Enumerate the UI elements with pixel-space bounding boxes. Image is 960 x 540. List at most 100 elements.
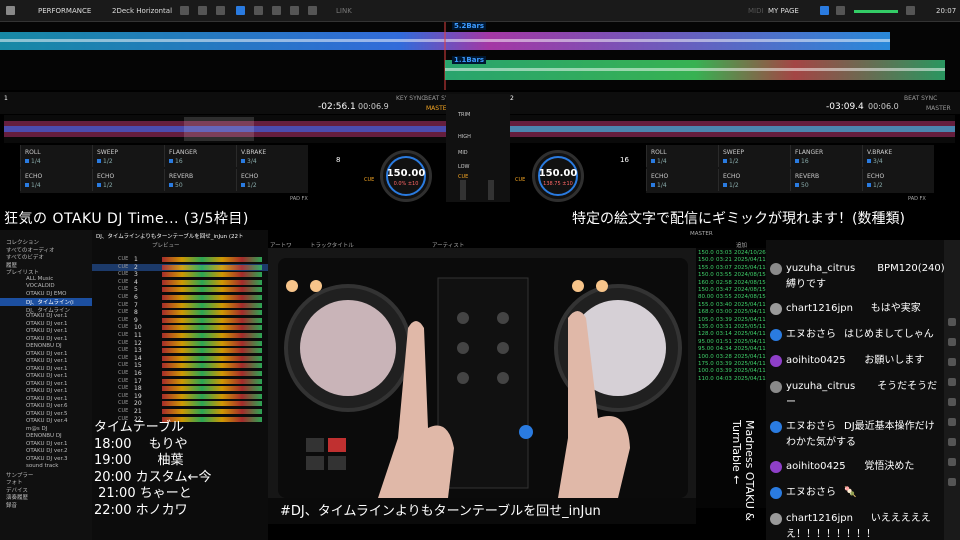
keyboard-icon[interactable]: [198, 6, 207, 15]
fx-slot[interactable]: SWEEP 1/2: [92, 145, 162, 167]
fx-slot[interactable]: FLANGER 16: [790, 145, 860, 167]
settings-icon[interactable]: [290, 6, 299, 15]
fx-slot[interactable]: ECHO 1/2: [236, 169, 306, 191]
table-row[interactable]: CUE 3: [92, 271, 268, 278]
table-row[interactable]: CUE 7: [92, 302, 268, 309]
chat-tool-icon[interactable]: [948, 418, 956, 426]
chat-tool-icon[interactable]: [948, 378, 956, 386]
sidebar-item[interactable]: OTAKU DJ ver.1: [26, 396, 68, 402]
table-row[interactable]: CUE 20: [92, 400, 268, 407]
fx-slot[interactable]: ROLL 1/4: [20, 145, 90, 167]
fx-slot[interactable]: V.BRAKE 3/4: [862, 145, 932, 167]
master-output-select[interactable]: MASTER: [690, 231, 713, 237]
sidebar-item[interactable]: ALL Music: [26, 276, 53, 282]
sidebar-item[interactable]: OTAKU DJ ver.1: [26, 321, 68, 327]
sidebar-item[interactable]: OTAKU DJ ver.1: [26, 441, 68, 447]
waveform-overview[interactable]: 5.2Bars 1.1Bars: [0, 22, 960, 90]
fx-toggle-icon[interactable]: [180, 6, 189, 15]
deck1-pad-fx[interactable]: PAD FX: [290, 196, 308, 202]
table-row[interactable]: CUE 17: [92, 378, 268, 385]
fx-slot[interactable]: ECHO 1/4: [20, 169, 90, 191]
table-row[interactable]: CUE 8: [92, 309, 268, 316]
record-icon[interactable]: [254, 6, 263, 15]
chat-tool-icon[interactable]: [948, 398, 956, 406]
fx-slot[interactable]: REVERB 50: [790, 169, 860, 191]
sidebar-item[interactable]: sound track: [26, 463, 58, 469]
chat-tool-icon[interactable]: [948, 458, 956, 466]
table-row[interactable]: CUE 15: [92, 362, 268, 369]
sidebar-item[interactable]: OTAKU DJ ver.4: [26, 418, 68, 424]
fx-slot[interactable]: FLANGER 16: [164, 145, 234, 167]
fx-slot[interactable]: ECHO 1/2: [92, 169, 162, 191]
mode-select[interactable]: PERFORMANCE: [38, 7, 91, 15]
deck2-channel-fader[interactable]: [488, 180, 494, 200]
table-row[interactable]: CUE 14: [92, 355, 268, 362]
table-row[interactable]: CUE 13: [92, 347, 268, 354]
deck2-beat-jump[interactable]: 16: [620, 156, 629, 164]
layout-select[interactable]: 2Deck Horizontal: [112, 7, 172, 15]
table-row[interactable]: CUE 12: [92, 340, 268, 347]
table-row[interactable]: CUE 9: [92, 317, 268, 324]
deck2-beat-sync[interactable]: BEAT SYNC: [904, 95, 937, 102]
sidebar-item[interactable]: OTAKU DJ ver.1: [26, 313, 68, 319]
table-row[interactable]: CUE 11: [92, 332, 268, 339]
sidebar-item[interactable]: OTAKU DJ ver.1: [26, 366, 68, 372]
deck1-beat-jump[interactable]: 8: [336, 156, 340, 164]
sidebar-item[interactable]: DENONBU DJ: [26, 433, 62, 439]
cloud-icon[interactable]: [820, 6, 829, 15]
table-row[interactable]: CUE 4: [92, 279, 268, 286]
deck1-jog-wheel[interactable]: 150.00 0.0% ±10: [380, 150, 432, 202]
fx-slot[interactable]: SWEEP 1/2: [718, 145, 788, 167]
fx-slot[interactable]: ECHO 1/4: [646, 169, 716, 191]
table-row[interactable]: CUE 21: [92, 408, 268, 415]
table-row[interactable]: CUE 10: [92, 324, 268, 331]
sidebar-item[interactable]: OTAKU DJ ver.1: [26, 328, 68, 334]
sidebar-item[interactable]: OTAKU DJ EMO: [26, 291, 66, 297]
sidebar-item[interactable]: OTAKU DJ ver.1: [26, 388, 68, 394]
sidebar-item[interactable]: OTAKU DJ ver.1: [26, 336, 68, 342]
fx-slot[interactable]: ROLL 1/4: [646, 145, 716, 167]
midi-button[interactable]: MIDI: [748, 7, 764, 15]
my-page-button[interactable]: MY PAGE: [768, 7, 799, 15]
mixer-icon[interactable]: [236, 6, 245, 15]
chat-tool-icon[interactable]: [948, 338, 956, 346]
link-button[interactable]: LINK: [336, 7, 352, 15]
fx-slot[interactable]: V.BRAKE 3/4: [236, 145, 306, 167]
deck1-key-sync[interactable]: KEY SYNC: [396, 95, 425, 102]
chat-tool-icon[interactable]: [948, 318, 956, 326]
deck2-pad-fx[interactable]: PAD FX: [908, 196, 926, 202]
deck1-channel-fader[interactable]: [460, 180, 466, 200]
sidebar-item[interactable]: OTAKU DJ ver.3: [26, 456, 68, 462]
fx-slot[interactable]: ECHO 1/2: [862, 169, 932, 191]
sidebar-item[interactable]: m@s DJ: [26, 426, 47, 432]
sampler-icon[interactable]: [272, 6, 281, 15]
lock-icon[interactable]: [216, 6, 225, 15]
sidebar-item[interactable]: OTAKU DJ ver.1: [26, 381, 68, 387]
sidebar-item[interactable]: DENONBU DJ: [26, 343, 62, 349]
deck2-jog-wheel[interactable]: 150.00 138.75 ±10: [532, 150, 584, 202]
table-row[interactable]: CUE 2: [92, 263, 268, 271]
chat-tool-icon[interactable]: [948, 478, 956, 486]
table-row[interactable]: CUE 16: [92, 370, 268, 377]
table-row[interactable]: CUE 18: [92, 385, 268, 392]
table-row[interactable]: CUE 19: [92, 393, 268, 400]
sidebar-item[interactable]: OTAKU DJ ver.5: [26, 411, 68, 417]
deck2-mini-waveform[interactable]: [510, 115, 955, 143]
table-row[interactable]: CUE 1: [92, 256, 268, 263]
sidebar-item[interactable]: OTAKU DJ ver.6: [26, 403, 68, 409]
column-preview[interactable]: プレビュー: [152, 241, 180, 249]
deck2-master[interactable]: MASTER: [926, 105, 951, 112]
deck2-cue-button[interactable]: CUE: [515, 177, 525, 183]
fx-slot[interactable]: REVERB 50: [164, 169, 234, 191]
table-row[interactable]: CUE 6: [92, 294, 268, 301]
sidebar-item[interactable]: OTAKU DJ ver.1: [26, 351, 68, 357]
deck1-mini-waveform[interactable]: [4, 115, 449, 143]
fx-slot[interactable]: ECHO 1/2: [718, 169, 788, 191]
sidebar-item[interactable]: VOCALOID: [26, 283, 55, 289]
sidebar-item[interactable]: OTAKU DJ ver.2: [26, 448, 68, 454]
sidebar-item[interactable]: 録音: [6, 501, 17, 509]
deck1-cue-button[interactable]: CUE: [364, 177, 374, 183]
table-row[interactable]: CUE 5: [92, 286, 268, 293]
sidebar-item[interactable]: OTAKU DJ ver.1: [26, 358, 68, 364]
chat-tool-icon[interactable]: [948, 438, 956, 446]
